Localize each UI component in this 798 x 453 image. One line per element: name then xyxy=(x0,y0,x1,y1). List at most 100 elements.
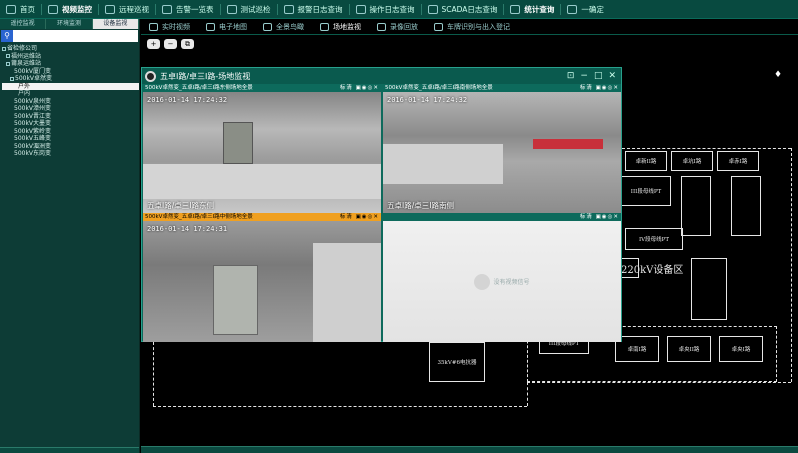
more-icon xyxy=(567,4,578,14)
map-box[interactable] xyxy=(691,258,727,320)
map-box[interactable]: 35kV#6电抗器 xyxy=(429,342,485,382)
eye-icon xyxy=(263,22,272,31)
alarm-icon xyxy=(162,4,172,14)
camera-header: 500kV卓然变_五卓I路/卓三I路中侧场地全景 标清 ▣◉◎✕ xyxy=(143,213,381,221)
nav-stats[interactable]: 统计查询 xyxy=(504,0,560,19)
camera-timestamp: 2016-01-14 17:24:31 xyxy=(147,225,228,233)
camera-view[interactable]: 500kV卓然变_五卓I路/卓三I路中侧场地全景 标清 ▣◉◎✕ 2016-01-… xyxy=(143,213,381,342)
map-box[interactable] xyxy=(681,176,711,236)
zoom-out-icon[interactable]: − xyxy=(164,39,177,49)
map-box[interactable]: 卓央II路 xyxy=(667,336,711,362)
nav-alarm-list[interactable]: 告警一览表 xyxy=(156,0,220,19)
camera-timestamp: 2016-01-14 17:24:32 xyxy=(387,96,468,104)
search-icon[interactable]: ⚲ xyxy=(1,30,13,42)
camera-controls[interactable]: 标清 ▣◉◎✕ xyxy=(340,213,381,221)
close-icon[interactable]: ✕ xyxy=(608,71,616,81)
window-title: 五卓I路/卓三I路-场地监视 xyxy=(160,71,251,81)
map-box[interactable]: IV段母线PT xyxy=(625,228,683,250)
camera-controls[interactable]: 标清 ▣◉◎✕ xyxy=(340,84,381,92)
minimize-icon[interactable]: − xyxy=(580,71,588,81)
oplog-icon xyxy=(355,4,366,14)
search-input[interactable] xyxy=(13,30,138,42)
nav-operation-log[interactable]: 操作日志查询 xyxy=(350,0,421,19)
nav-test-patrol[interactable]: 测试巡检 xyxy=(221,0,277,19)
tab-e-map[interactable]: 电子地图 xyxy=(198,19,255,35)
tree-node[interactable]: 500kV卓然变 xyxy=(2,75,139,83)
area-label: 220kV设备区 xyxy=(621,265,684,276)
tab-site-monitor[interactable]: 场地监视 xyxy=(312,19,369,35)
no-signal-placeholder: 没有视频信号 xyxy=(383,221,621,342)
zoom-in-icon[interactable]: + xyxy=(147,39,160,49)
road-surface xyxy=(313,243,381,342)
camera-controls[interactable]: 标清 ▣◉◎✕ xyxy=(580,213,621,221)
bottom-scrollbar[interactable] xyxy=(141,446,798,453)
tree-node[interactable]: 户内 xyxy=(2,90,139,98)
tab-plate-recognition[interactable]: 车牌识别与出入登记 xyxy=(426,19,518,35)
tab-device-monitor[interactable]: 设备监视 xyxy=(92,19,139,29)
tree-node[interactable]: 500kV泉州变 xyxy=(2,98,139,106)
maximize-icon[interactable]: □ xyxy=(594,71,603,81)
map-box[interactable]: 卓坑I路 xyxy=(671,151,713,171)
camera-view[interactable]: 500kV卓然变_五卓I路/卓三I路南侧场地全景 标清 ▣◉◎✕ 2016-01-… xyxy=(383,84,621,213)
camera-grid: 500kV卓然变_五卓I路/卓三I路东侧场地全景 标清 ▣◉◎✕ 2016-01-… xyxy=(143,84,622,342)
tree-node[interactable]: 500kV晋江变 xyxy=(2,113,139,121)
tab-environment[interactable]: 环境监测 xyxy=(46,19,93,29)
expand-icon[interactable] xyxy=(10,76,14,81)
nav-alarm-log[interactable]: 报警日志查询 xyxy=(278,0,349,19)
tree-node-selected[interactable]: 户外 xyxy=(2,82,139,90)
tree-node[interactable]: 500kV漳州变 xyxy=(2,105,139,113)
nav-remote-patrol[interactable]: 远程巡视 xyxy=(99,0,155,19)
road-surface xyxy=(383,144,503,184)
nav-video-monitor[interactable]: 视频监控 xyxy=(42,0,98,19)
video-icon xyxy=(48,4,58,14)
nav-home[interactable]: 首页 xyxy=(0,0,41,19)
nav-more[interactable]: 一确定 xyxy=(561,0,610,19)
left-scrollbar[interactable] xyxy=(0,447,139,453)
expand-icon[interactable] xyxy=(6,54,10,58)
map-box[interactable]: III段母线PT xyxy=(621,176,671,206)
camera-timestamp: 2016-01-14 17:24:32 xyxy=(147,96,228,104)
camera-caption: 五卓I路/卓三I路东侧 xyxy=(147,201,214,210)
map-box[interactable]: 卓央I路 xyxy=(719,336,763,362)
tree-node[interactable]: 500kV东岗变 xyxy=(2,150,139,158)
fullscreen-icon[interactable]: ⧉ xyxy=(181,39,194,49)
tab-remote-control[interactable]: 遥控监视 xyxy=(0,19,47,29)
tree-node[interactable]: 500kV厦门变 xyxy=(2,68,139,76)
tree-node[interactable]: 500kV五峰变 xyxy=(2,135,139,143)
camera-header: 500kV卓然变_五卓I路/卓三I路南侧场地全景 标清 ▣◉◎✕ xyxy=(383,84,621,92)
expand-icon[interactable] xyxy=(6,61,10,66)
restore-icon[interactable]: ⊡ xyxy=(567,71,575,81)
map-box[interactable]: 卓新II路 xyxy=(625,151,667,171)
nav-scada-log[interactable]: SCADA日志查询 xyxy=(422,0,504,19)
equipment-cabinet xyxy=(213,265,258,335)
tree-node[interactable]: 500kV紫岭变 xyxy=(2,128,139,136)
site-icon xyxy=(320,22,329,31)
site-monitor-window: 五卓I路/卓三I路-场地监视 ⊡ − □ ✕ 500kV卓然变_五卓I路/卓三I… xyxy=(141,67,622,342)
top-nav: 首页 视频监控 远程巡视 告警一览表 测试巡检 报警日志查询 操作日志查询 SC… xyxy=(0,0,798,19)
camera-controls[interactable]: 标清 ▣◉◎✕ xyxy=(580,84,621,92)
log-icon xyxy=(283,4,294,14)
tree-node[interactable]: 福州运维站 xyxy=(2,53,139,61)
window-titlebar[interactable]: 五卓I路/卓三I路-场地监视 ⊡ − □ ✕ xyxy=(142,68,621,84)
map-line xyxy=(153,342,154,406)
camera-header: 500kV卓然变_五卓I路/卓三I路东侧场地全景 标清 ▣◉◎✕ xyxy=(143,84,381,92)
tab-realtime-video[interactable]: 实时视频 xyxy=(141,19,198,35)
window-controls: ⊡ − □ ✕ xyxy=(567,71,621,81)
tree-node[interactable]: 莆泉运维站 xyxy=(2,60,139,68)
sub-tabs: 实时视频 电子地图 全景鸟瞰 场地监视 录像回放 车牌识别与出入登记 xyxy=(141,19,798,35)
camera-caption: 五卓I路/卓三I路南侧 xyxy=(387,201,454,210)
tab-panorama[interactable]: 全景鸟瞰 xyxy=(255,19,312,35)
map-box[interactable]: 卓赤I路 xyxy=(717,151,759,171)
tree-node[interactable]: 500kV大墨变 xyxy=(2,120,139,128)
expand-icon[interactable] xyxy=(2,46,6,51)
search-row: ⚲ xyxy=(1,30,138,42)
map-box[interactable] xyxy=(731,176,761,236)
camera-view[interactable]: 500kV卓然变_五卓I路/卓三I路东侧场地全景 标清 ▣◉◎✕ 2016-01-… xyxy=(143,84,381,213)
stats-icon xyxy=(510,4,521,14)
home-icon xyxy=(6,4,16,14)
tree-node[interactable]: 省检修公司 xyxy=(2,45,139,53)
camera-view[interactable]: 标清 ▣◉◎✕ 没有视频信号 xyxy=(383,213,621,342)
tree-node[interactable]: 500kV湄洲变 xyxy=(2,143,139,151)
tab-playback[interactable]: 录像回放 xyxy=(369,19,426,35)
test-icon xyxy=(226,4,237,14)
